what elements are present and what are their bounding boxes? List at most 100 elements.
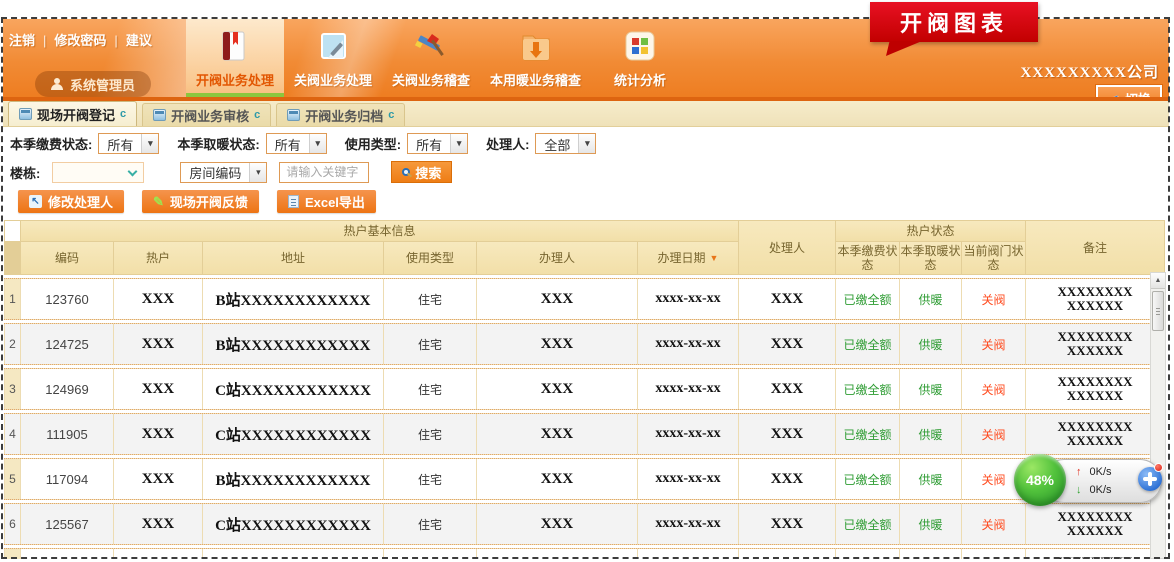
filter-label: 处理人: <box>486 134 529 153</box>
cell-code: 124725 <box>21 324 113 364</box>
onsite-feedback-button[interactable]: 现场开阀反馈 <box>142 190 259 213</box>
nav-no-heating-inspection[interactable]: 本用暖业务稽查 <box>480 19 591 97</box>
col-header-handler: 办理人 <box>477 242 637 274</box>
current-user: 系统管理员 <box>35 71 151 97</box>
cell-valve-status: 关阀 <box>962 504 1025 544</box>
refresh-icon[interactable]: c <box>388 109 394 121</box>
user-icon <box>51 78 63 90</box>
keyword-input[interactable] <box>279 162 369 183</box>
nav-close-valve-inspection[interactable]: 关阀业务稽查 <box>382 19 480 97</box>
table-row[interactable]: 6 125567 XXX C站XXXXXXXXXXXX 住宅 XXX xxxx-… <box>4 503 1165 545</box>
nav-statistics-analysis[interactable]: 统计分析 <box>591 19 689 97</box>
cell-date: xxxx-xx-xx <box>638 459 738 499</box>
dropdown-arrow-icon[interactable] <box>450 134 467 153</box>
dropdown-arrow-icon[interactable] <box>578 134 595 153</box>
row-number: 3 <box>5 369 20 409</box>
cell-remark: XXXXXXXX XXXXXX <box>1026 504 1164 544</box>
cell-code: 123760 <box>21 279 113 319</box>
dropdown-arrow-icon[interactable] <box>309 134 326 153</box>
cell-date: xxxx-xx-xx <box>638 414 738 454</box>
cell-heat-status: 供暖 <box>900 369 961 409</box>
cell-pay-status: 已缴全额 <box>836 369 899 409</box>
row-number: 6 <box>5 504 20 544</box>
col-header-remark: 备注 <box>1026 221 1164 274</box>
nav-open-valve-processing[interactable]: 开阀业务处理 <box>186 19 284 97</box>
table-row[interactable]: 3 124969 XXX C站XXXXXXXXXXXX 住宅 XXX xxxx-… <box>4 368 1165 410</box>
col-header-heat-status: 本季取暖状态 <box>900 242 961 274</box>
tab-open-valve-audit[interactable]: 开阀业务审核 c <box>142 103 271 126</box>
cell-usage-type: 住宅 <box>384 369 476 409</box>
tab-label: 开阀业务归档 <box>305 106 383 125</box>
table-body: 1 123760 XXX B站XXXXXXXXXXXX 住宅 XXX xxxx-… <box>4 278 1165 559</box>
col-header-date-sortable[interactable]: 办理日期 <box>638 242 738 274</box>
cell-remark: XXXXXXXX XXXXXX <box>1026 414 1164 454</box>
row-number: 5 <box>5 459 20 499</box>
change-password-link[interactable]: 修改密码 <box>54 30 117 49</box>
nav-label: 关阀业务稽查 <box>392 70 470 89</box>
scroll-up-arrow-icon[interactable]: ▲ <box>1151 273 1165 289</box>
cell-date: xxxx-xx-xx <box>638 549 738 559</box>
tab-open-valve-archive[interactable]: 开阀业务归档 c <box>276 103 405 126</box>
refresh-icon[interactable]: c <box>254 109 260 121</box>
cell-address: B站XXXXXXXXXXXX <box>203 324 383 364</box>
dropdown-arrow-icon[interactable] <box>249 163 266 182</box>
usage-type-select[interactable]: 所有 <box>407 133 468 154</box>
logout-link[interactable]: 注销 <box>9 30 46 49</box>
search-button[interactable]: 搜索 <box>391 161 452 183</box>
vertical-scrollbar[interactable]: ▲ <box>1150 272 1166 559</box>
cell-user: XXX <box>114 369 202 409</box>
network-speeds: ↑0K/s ↓0K/s <box>1076 463 1112 499</box>
speed-widget[interactable]: ↑0K/s ↓0K/s 48% <box>1014 450 1164 510</box>
cell-date: xxxx-xx-xx <box>638 324 738 364</box>
table-row[interactable]: 7 XXX B站XXXXXXXXXXXX 住宅 XXX xxxx-xx-xx X… <box>4 548 1165 559</box>
col-header-user: 热户 <box>114 242 202 274</box>
dropdown-arrow-icon[interactable] <box>141 134 158 153</box>
table-header: 热户基本信息 处理人 热户状态 备注 编码 热户 地址 使用类型 办理人 办理日… <box>4 220 1165 275</box>
group-header-basic-info: 热户基本信息 <box>21 221 738 241</box>
suggestion-link[interactable]: 建议 <box>126 30 152 49</box>
filter-heat-status: 本季取暖状态: 所有 <box>177 133 326 154</box>
heat-status-select[interactable]: 所有 <box>266 133 327 154</box>
user-name: 系统管理员 <box>70 75 135 94</box>
excel-export-button[interactable]: Excel导出 <box>277 190 376 213</box>
search-label: 搜索 <box>415 163 441 182</box>
header-corner <box>5 221 20 241</box>
cell-code: 111905 <box>21 414 113 454</box>
cell-code: 125567 <box>21 504 113 544</box>
callout-label: 开阀图表 <box>900 6 1008 38</box>
table-row[interactable]: 2 124725 XXX B站XXXXXXXXXXXX 住宅 XXX xxxx-… <box>4 323 1165 365</box>
cell-valve-status: 关阀 <box>962 369 1025 409</box>
cell-handler: XXX <box>477 369 637 409</box>
col-header-pay-status: 本季缴费状态 <box>836 242 899 274</box>
table-row[interactable]: 1 123760 XXX B站XXXXXXXXXXXX 住宅 XXX xxxx-… <box>4 278 1165 320</box>
processor-select[interactable]: 全部 <box>535 133 596 154</box>
memory-percent-ball[interactable]: 48% <box>1014 454 1066 506</box>
scrollbar-thumb[interactable] <box>1152 291 1164 331</box>
cell-remark: XXXXXXXX XXXXXX <box>1026 549 1164 559</box>
building-select[interactable] <box>52 162 144 183</box>
edit-processor-button[interactable]: 修改处理人 <box>18 190 124 213</box>
cell-handler: XXX <box>477 279 637 319</box>
nav-close-valve-processing[interactable]: 关阀业务处理 <box>284 19 382 97</box>
filter-row-1: 本季缴费状态: 所有 本季取暖状态: 所有 使用类型: 所有 处理人: 全部 <box>10 133 596 154</box>
table-row[interactable]: 4 111905 XXX C站XXXXXXXXXXXX 住宅 XXX xxxx-… <box>4 413 1165 455</box>
button-label: 修改处理人 <box>48 192 113 211</box>
refresh-icon[interactable]: c <box>120 108 126 120</box>
switch-button[interactable]: ◄ 切换 <box>1096 85 1162 97</box>
tab-onsite-open-valve-register[interactable]: 现场开阀登记 c <box>8 101 137 126</box>
cursor-icon <box>29 195 42 208</box>
cell-user: XXX <box>114 459 202 499</box>
nav-label: 开阀业务处理 <box>196 70 274 89</box>
nav-label: 统计分析 <box>614 70 666 89</box>
nav-label: 本用暖业务稽查 <box>490 70 581 89</box>
folder-download-icon <box>519 29 553 63</box>
pay-status-select[interactable]: 所有 <box>98 133 159 154</box>
room-code-select[interactable]: 房间编码 <box>180 162 267 183</box>
row-number: 4 <box>5 414 20 454</box>
sort-desc-icon <box>710 251 719 265</box>
cell-date: xxxx-xx-xx <box>638 369 738 409</box>
main-nav: 开阀业务处理 关阀业务处理 关阀业务稽查 本用暖业务稽查 <box>186 19 689 97</box>
cell-pay-status: 已缴全额 <box>836 549 899 559</box>
table-row[interactable]: 5 117094 XXX B站XXXXXXXXXXXX 住宅 XXX xxxx-… <box>4 458 1165 500</box>
cell-user: XXX <box>114 549 202 559</box>
